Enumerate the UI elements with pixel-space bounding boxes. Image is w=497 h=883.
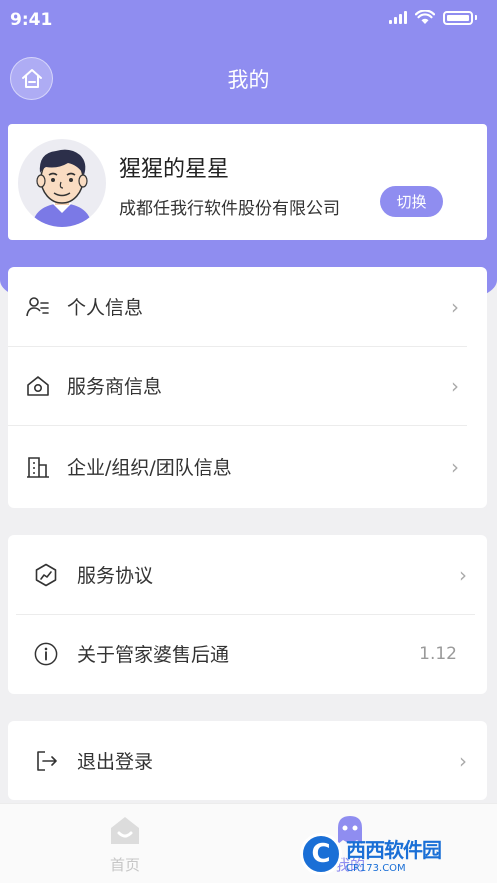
- chevron-right-icon: ›: [459, 748, 467, 773]
- signal-icon: [389, 11, 407, 24]
- menu-item-label: 退出登录: [77, 751, 154, 773]
- menu-item-about[interactable]: 关于管家婆售后通 1.12: [8, 614, 487, 693]
- version-number: 1.12: [419, 643, 457, 664]
- chevron-right-icon: ›: [451, 454, 459, 479]
- menu-item-label: 个人信息: [67, 297, 144, 319]
- building-icon: [26, 455, 50, 479]
- page-title: 我的: [227, 68, 270, 92]
- status-icons: [389, 10, 477, 25]
- logout-icon: [34, 749, 58, 773]
- logout-card: 退出登录 ›: [8, 721, 487, 800]
- status-time: 9:41: [10, 10, 53, 30]
- tab-home-label: 首页: [109, 856, 140, 874]
- profile-card: 猩猩的星星 成都任我行软件股份有限公司 切换: [8, 124, 487, 240]
- status-bar: 9:41: [0, 0, 497, 40]
- home-tab-icon: [111, 817, 139, 844]
- avatar: [18, 139, 106, 227]
- watermark-text: 西西软件园 CR173.COM: [346, 834, 442, 874]
- chevron-right-icon: ›: [459, 562, 467, 587]
- chart-hexagon-icon: [34, 563, 58, 587]
- watermark: C 西西软件园 CR173.COM: [300, 830, 490, 878]
- menu-item-provider-info[interactable]: 服务商信息 ›: [8, 346, 487, 425]
- watermark-brand: 西西软件园: [346, 838, 442, 862]
- menu-item-logout[interactable]: 退出登录 ›: [8, 721, 487, 800]
- tab-home[interactable]: 首页: [75, 814, 175, 875]
- company-name: 成都任我行软件股份有限公司: [119, 199, 340, 219]
- menu-item-personal-info[interactable]: 个人信息 ›: [8, 267, 487, 346]
- menu-item-label: 企业/组织/团队信息: [67, 457, 232, 479]
- chevron-right-icon: ›: [451, 373, 459, 398]
- watermark-logo: C: [300, 833, 342, 875]
- battery-icon: [443, 10, 473, 25]
- house-icon: [26, 374, 50, 398]
- user-name: 猩猩的星星: [119, 157, 230, 182]
- chevron-right-icon: ›: [451, 294, 459, 319]
- menu-item-label: 关于管家婆售后通: [77, 644, 230, 666]
- menu-item-organization-info[interactable]: 企业/组织/团队信息 ›: [8, 425, 487, 508]
- menu-item-label: 服务商信息: [67, 376, 163, 398]
- account-info-card: 个人信息 › 服务商信息 › 企业/组织/团队信息 ›: [8, 267, 487, 508]
- menu-item-label: 服务协议: [77, 565, 154, 587]
- avatar-illustration: [32, 149, 92, 227]
- info-circle-icon: [34, 642, 58, 666]
- about-card: 服务协议 › 关于管家婆售后通 1.12: [8, 535, 487, 694]
- battery-tip: [475, 15, 477, 20]
- watermark-url: CR173.COM: [346, 863, 406, 874]
- person-list-icon: [26, 295, 50, 319]
- switch-company-button[interactable]: 切换: [380, 186, 443, 217]
- wifi-icon: [415, 10, 435, 24]
- menu-item-service-agreement[interactable]: 服务协议 ›: [8, 535, 487, 614]
